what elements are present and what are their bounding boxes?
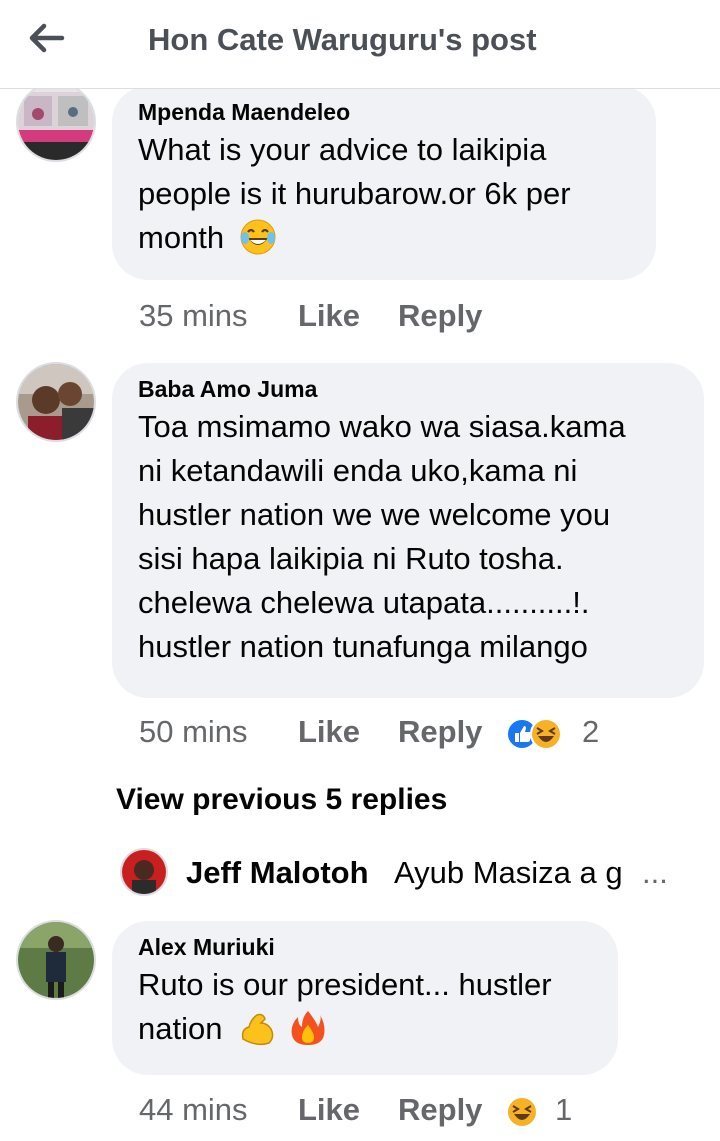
reply-snippet: Ayub Masiza a g bbox=[394, 855, 623, 890]
arrow-left-icon bbox=[29, 23, 65, 53]
comment-timestamp: 35 mins bbox=[139, 298, 248, 333]
comment-line: ni ketandawili enda uko,kama ni bbox=[138, 453, 578, 488]
reply-button[interactable]: Reply bbox=[398, 714, 482, 750]
people-avatar-image bbox=[18, 364, 94, 440]
page-title: Hon Cate Waruguru's post bbox=[148, 22, 537, 57]
reply-preview[interactable]: Jeff Malotoh Ayub Masiza a g ... bbox=[120, 848, 690, 898]
avatar[interactable] bbox=[16, 362, 96, 442]
comment-line: Ruto is our president... hustler bbox=[138, 967, 552, 1002]
comment-text: Ruto is our president... hustler nation bbox=[138, 963, 592, 1051]
comment-line: hustler nation we we welcome you bbox=[138, 497, 611, 532]
comment-author[interactable]: Baba Amo Juma bbox=[138, 375, 678, 403]
reaction-count: 2 bbox=[582, 714, 600, 749]
reply-button[interactable]: Reply bbox=[398, 1092, 482, 1128]
comment-bubble[interactable]: Mpenda Maendeleo What is your advice to … bbox=[112, 86, 656, 280]
comment-line: Toa msimamo wako wa siasa.kama bbox=[138, 409, 626, 444]
reply-author: Jeff Malotoh bbox=[186, 855, 369, 890]
haha-reaction-icon bbox=[506, 1096, 538, 1128]
comment-author[interactable]: Alex Muriuki bbox=[138, 933, 592, 961]
reply-button[interactable]: Reply bbox=[398, 298, 482, 334]
comment-line: hustler nation tunafunga milango bbox=[138, 629, 588, 664]
comment-text: What is your advice to laikipia people i… bbox=[138, 128, 630, 260]
reply-ellipsis: ... bbox=[642, 855, 668, 890]
comment-line: people is it hurubarow.or 6k per bbox=[138, 176, 571, 211]
avatar[interactable] bbox=[120, 848, 168, 896]
fire-icon bbox=[291, 1010, 325, 1045]
back-button[interactable] bbox=[22, 16, 72, 60]
comment-line: chelewa chelewa utapata..........!. bbox=[138, 585, 590, 620]
comment-line: month bbox=[138, 216, 630, 260]
like-button[interactable]: Like bbox=[298, 1092, 360, 1128]
comment-actions: 50 mins Like Reply 2 bbox=[139, 714, 619, 754]
comment-timestamp: 44 mins bbox=[139, 1092, 248, 1127]
comment-timestamp: 50 mins bbox=[139, 714, 248, 749]
alex-avatar-image bbox=[18, 922, 94, 998]
face-with-tears-of-joy-icon bbox=[240, 219, 276, 255]
like-button[interactable]: Like bbox=[298, 298, 360, 334]
comic-avatar-image bbox=[18, 84, 94, 160]
avatar[interactable] bbox=[16, 920, 96, 1000]
comment-bubble[interactable]: Baba Amo Juma Toa msimamo wako wa siasa.… bbox=[112, 363, 704, 698]
comment-text: Toa msimamo wako wa siasa.kama ni ketand… bbox=[138, 405, 678, 669]
comment-line: What is your advice to laikipia bbox=[138, 132, 547, 167]
comment-author[interactable]: Mpenda Maendeleo bbox=[138, 98, 630, 126]
reaction-count: 1 bbox=[555, 1092, 573, 1127]
jeff-avatar-image bbox=[122, 850, 166, 894]
avatar[interactable] bbox=[16, 82, 96, 162]
comment-line: nation bbox=[138, 1007, 592, 1051]
post-header: Hon Cate Waruguru's post bbox=[0, 0, 720, 89]
comment-line: sisi hapa laikipia ni Ruto tosha. bbox=[138, 541, 564, 576]
comment-actions: 35 mins Like Reply bbox=[139, 298, 539, 338]
view-previous-replies-link[interactable]: View previous 5 replies bbox=[116, 783, 447, 817]
like-button[interactable]: Like bbox=[298, 714, 360, 750]
flexed-biceps-icon bbox=[241, 1013, 274, 1045]
comment-actions: 44 mins Like Reply 1 bbox=[139, 1092, 599, 1132]
comment-bubble[interactable]: Alex Muriuki Ruto is our president... hu… bbox=[112, 921, 618, 1075]
haha-reaction-icon bbox=[530, 718, 562, 750]
